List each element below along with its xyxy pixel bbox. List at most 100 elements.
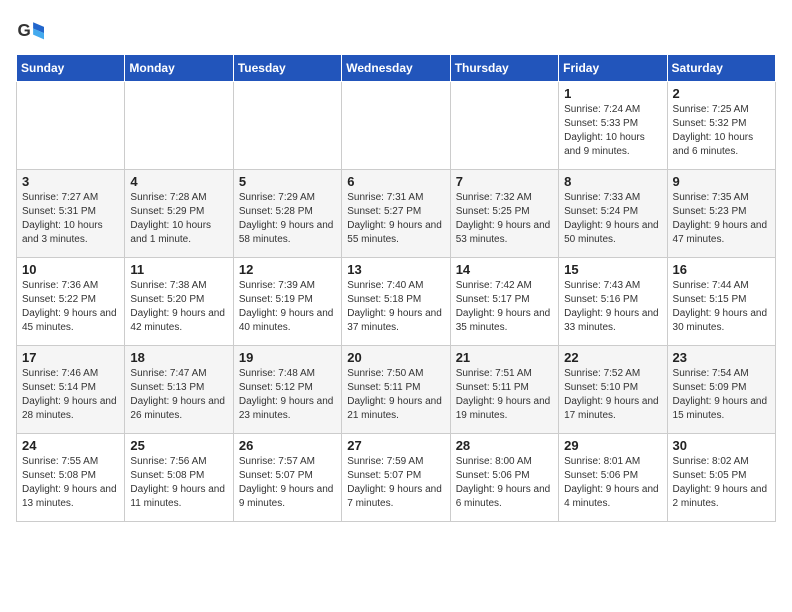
header-sunday: Sunday [17, 55, 125, 82]
svg-text:G: G [18, 21, 31, 40]
day-info: Sunrise: 7:48 AM Sunset: 5:12 PM Dayligh… [239, 367, 336, 423]
day-info: Sunrise: 7:35 AM Sunset: 5:23 PM Dayligh… [673, 191, 770, 247]
calendar-cell: 5 Sunrise: 7:29 AM Sunset: 5:28 PM Daylig… [233, 170, 341, 258]
day-number: 29 [564, 438, 661, 453]
day-info: Sunrise: 7:57 AM Sunset: 5:07 PM Dayligh… [239, 455, 336, 511]
calendar-cell: 21 Sunrise: 7:51 AM Sunset: 5:11 PM Dayli… [450, 346, 558, 434]
calendar-cell: 8 Sunrise: 7:33 AM Sunset: 5:24 PM Daylig… [559, 170, 667, 258]
day-number: 7 [456, 174, 553, 189]
header-saturday: Saturday [667, 55, 775, 82]
calendar-cell: 19 Sunrise: 7:48 AM Sunset: 5:12 PM Dayli… [233, 346, 341, 434]
day-info: Sunrise: 7:47 AM Sunset: 5:13 PM Dayligh… [130, 367, 227, 423]
day-info: Sunrise: 7:28 AM Sunset: 5:29 PM Dayligh… [130, 191, 227, 247]
day-number: 27 [347, 438, 444, 453]
header-tuesday: Tuesday [233, 55, 341, 82]
day-number: 14 [456, 262, 553, 277]
calendar-cell: 29 Sunrise: 8:01 AM Sunset: 5:06 PM Dayli… [559, 434, 667, 522]
day-number: 10 [22, 262, 119, 277]
day-number: 23 [673, 350, 770, 365]
day-number: 21 [456, 350, 553, 365]
calendar-cell: 20 Sunrise: 7:50 AM Sunset: 5:11 PM Dayli… [342, 346, 450, 434]
calendar-cell [17, 82, 125, 170]
header-friday: Friday [559, 55, 667, 82]
day-number: 12 [239, 262, 336, 277]
calendar-cell: 3Sunrise: 7:27 AM Sunset: 5:31 PM Daylig… [17, 170, 125, 258]
calendar-table: SundayMondayTuesdayWednesdayThursdayFrid… [16, 54, 776, 522]
logo: G [16, 16, 48, 44]
day-number: 13 [347, 262, 444, 277]
day-info: Sunrise: 7:27 AM Sunset: 5:31 PM Dayligh… [22, 191, 119, 247]
calendar-cell: 30 Sunrise: 8:02 AM Sunset: 5:05 PM Dayli… [667, 434, 775, 522]
day-info: Sunrise: 7:39 AM Sunset: 5:19 PM Dayligh… [239, 279, 336, 335]
calendar-cell: 25 Sunrise: 7:56 AM Sunset: 5:08 PM Dayli… [125, 434, 233, 522]
calendar-cell: 17Sunrise: 7:46 AM Sunset: 5:14 PM Dayli… [17, 346, 125, 434]
day-number: 26 [239, 438, 336, 453]
calendar-cell [450, 82, 558, 170]
calendar-cell: 1 Sunrise: 7:24 AM Sunset: 5:33 PM Daylig… [559, 82, 667, 170]
day-info: Sunrise: 7:38 AM Sunset: 5:20 PM Dayligh… [130, 279, 227, 335]
calendar-cell: 23 Sunrise: 7:54 AM Sunset: 5:09 PM Dayli… [667, 346, 775, 434]
calendar-cell: 28 Sunrise: 8:00 AM Sunset: 5:06 PM Dayli… [450, 434, 558, 522]
calendar-week-row: 24 Sunrise: 7:55 AM Sunset: 5:08 PM Dayli… [17, 434, 776, 522]
day-info: Sunrise: 8:02 AM Sunset: 5:05 PM Dayligh… [673, 455, 770, 511]
calendar-cell: 16Sunrise: 7:44 AM Sunset: 5:15 PM Dayli… [667, 258, 775, 346]
calendar-cell: 7Sunrise: 7:32 AM Sunset: 5:25 PM Daylig… [450, 170, 558, 258]
calendar-cell: 11 Sunrise: 7:38 AM Sunset: 5:20 PM Dayli… [125, 258, 233, 346]
calendar-week-row: 1 Sunrise: 7:24 AM Sunset: 5:33 PM Daylig… [17, 82, 776, 170]
day-info: Sunrise: 7:43 AM Sunset: 5:16 PM Dayligh… [564, 279, 661, 335]
calendar-cell: 24 Sunrise: 7:55 AM Sunset: 5:08 PM Dayli… [17, 434, 125, 522]
calendar-cell: 2Sunrise: 7:25 AM Sunset: 5:32 PM Daylig… [667, 82, 775, 170]
calendar-cell: 18 Sunrise: 7:47 AM Sunset: 5:13 PM Dayli… [125, 346, 233, 434]
calendar-cell [233, 82, 341, 170]
day-number: 2 [673, 86, 770, 101]
calendar-cell [342, 82, 450, 170]
day-number: 30 [673, 438, 770, 453]
day-number: 8 [564, 174, 661, 189]
calendar-cell: 12 Sunrise: 7:39 AM Sunset: 5:19 PM Dayli… [233, 258, 341, 346]
calendar-week-row: 10 Sunrise: 7:36 AM Sunset: 5:22 PM Dayli… [17, 258, 776, 346]
calendar-header-row: SundayMondayTuesdayWednesdayThursdayFrid… [17, 55, 776, 82]
day-info: Sunrise: 7:36 AM Sunset: 5:22 PM Dayligh… [22, 279, 119, 335]
header-wednesday: Wednesday [342, 55, 450, 82]
day-number: 19 [239, 350, 336, 365]
day-number: 28 [456, 438, 553, 453]
day-number: 1 [564, 86, 661, 101]
day-number: 24 [22, 438, 119, 453]
day-info: Sunrise: 7:40 AM Sunset: 5:18 PM Dayligh… [347, 279, 444, 335]
calendar-week-row: 3Sunrise: 7:27 AM Sunset: 5:31 PM Daylig… [17, 170, 776, 258]
day-number: 6 [347, 174, 444, 189]
day-number: 25 [130, 438, 227, 453]
day-info: Sunrise: 7:55 AM Sunset: 5:08 PM Dayligh… [22, 455, 119, 511]
day-number: 5 [239, 174, 336, 189]
day-info: Sunrise: 8:01 AM Sunset: 5:06 PM Dayligh… [564, 455, 661, 511]
header-thursday: Thursday [450, 55, 558, 82]
day-info: Sunrise: 7:54 AM Sunset: 5:09 PM Dayligh… [673, 367, 770, 423]
day-info: Sunrise: 8:00 AM Sunset: 5:06 PM Dayligh… [456, 455, 553, 511]
page-header: G [16, 16, 776, 44]
day-number: 11 [130, 262, 227, 277]
day-info: Sunrise: 7:31 AM Sunset: 5:27 PM Dayligh… [347, 191, 444, 247]
calendar-cell [125, 82, 233, 170]
calendar-cell: 26 Sunrise: 7:57 AM Sunset: 5:07 PM Dayli… [233, 434, 341, 522]
calendar-week-row: 17Sunrise: 7:46 AM Sunset: 5:14 PM Dayli… [17, 346, 776, 434]
day-info: Sunrise: 7:46 AM Sunset: 5:14 PM Dayligh… [22, 367, 119, 423]
calendar-cell: 22 Sunrise: 7:52 AM Sunset: 5:10 PM Dayli… [559, 346, 667, 434]
calendar-cell: 27Sunrise: 7:59 AM Sunset: 5:07 PM Dayli… [342, 434, 450, 522]
day-info: Sunrise: 7:29 AM Sunset: 5:28 PM Dayligh… [239, 191, 336, 247]
calendar-cell: 15Sunrise: 7:43 AM Sunset: 5:16 PM Dayli… [559, 258, 667, 346]
day-info: Sunrise: 7:51 AM Sunset: 5:11 PM Dayligh… [456, 367, 553, 423]
calendar-cell: 13 Sunrise: 7:40 AM Sunset: 5:18 PM Dayli… [342, 258, 450, 346]
day-number: 4 [130, 174, 227, 189]
header-monday: Monday [125, 55, 233, 82]
day-info: Sunrise: 7:52 AM Sunset: 5:10 PM Dayligh… [564, 367, 661, 423]
logo-icon: G [16, 16, 44, 44]
day-info: Sunrise: 7:24 AM Sunset: 5:33 PM Dayligh… [564, 103, 661, 159]
day-info: Sunrise: 7:42 AM Sunset: 5:17 PM Dayligh… [456, 279, 553, 335]
day-number: 22 [564, 350, 661, 365]
calendar-cell: 10 Sunrise: 7:36 AM Sunset: 5:22 PM Dayli… [17, 258, 125, 346]
day-info: Sunrise: 7:50 AM Sunset: 5:11 PM Dayligh… [347, 367, 444, 423]
day-number: 18 [130, 350, 227, 365]
day-info: Sunrise: 7:56 AM Sunset: 5:08 PM Dayligh… [130, 455, 227, 511]
day-info: Sunrise: 7:33 AM Sunset: 5:24 PM Dayligh… [564, 191, 661, 247]
day-number: 20 [347, 350, 444, 365]
